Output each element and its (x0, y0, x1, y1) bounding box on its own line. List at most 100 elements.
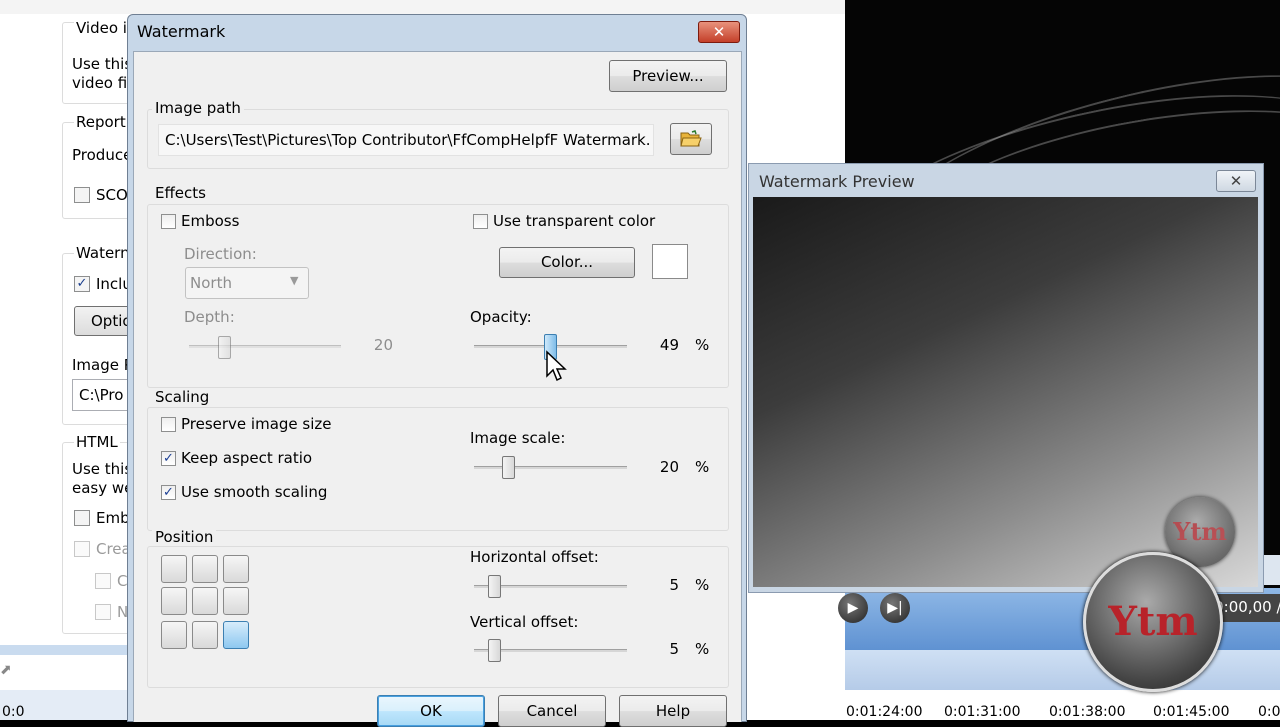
opacity-unit: % (695, 336, 710, 354)
keep-aspect-label: Keep aspect ratio (181, 449, 313, 467)
html-text-1: Use this (72, 460, 133, 478)
left-tick-label: 0:0 (2, 704, 25, 720)
timeline-tick: 0:01:31:00 (944, 704, 1021, 720)
color-swatch[interactable] (652, 244, 688, 279)
image-scale-value: 20 (659, 458, 679, 476)
timeline-tick: 0:01:38:00 (1049, 704, 1126, 720)
emboss-label: Emboss (181, 212, 240, 230)
position-top-left[interactable] (161, 555, 187, 583)
sub-checkbox-1-label: C (117, 572, 128, 590)
sub-checkbox-2[interactable] (95, 604, 111, 620)
vertical-offset-unit: % (695, 640, 710, 658)
smooth-scaling-checkbox[interactable]: ✓ (161, 485, 176, 500)
depth-slider-thumb[interactable] (218, 336, 231, 359)
dialog-title: Watermark (137, 22, 226, 41)
horizontal-offset-slider-thumb[interactable] (488, 575, 501, 598)
effects-group-label: Effects (152, 184, 209, 202)
preserve-size-label: Preserve image size (181, 415, 332, 433)
browse-button[interactable] (670, 123, 712, 155)
scaling-group-label: Scaling (152, 388, 213, 406)
preview-close-button[interactable]: ✕ (1216, 170, 1256, 192)
embed-checkbox-label: Emb (96, 509, 130, 527)
check-icon: ✓ (76, 276, 88, 291)
depth-label: Depth: (184, 308, 235, 326)
emboss-checkbox[interactable] (161, 214, 176, 229)
horizontal-offset-unit: % (695, 576, 710, 594)
timeline-band (845, 650, 1280, 690)
watermark-dialog: Watermark ✕ Preview... Image path C:\Use… (127, 14, 747, 727)
background-window-top (0, 0, 845, 14)
dialog-close-button[interactable]: ✕ (698, 21, 740, 43)
chevron-down-icon: ▼ (290, 274, 299, 287)
next-frame-button[interactable]: ▶| (880, 593, 910, 623)
play-button[interactable]: ▶ (838, 593, 868, 623)
arrow-icon: ⬈ (0, 662, 12, 678)
embed-checkbox[interactable] (74, 510, 90, 526)
folder-open-icon (680, 130, 702, 147)
help-button[interactable]: Help (619, 695, 727, 727)
image-path-group-label: Image path (152, 99, 244, 117)
opacity-label: Opacity: (470, 308, 532, 326)
mouse-cursor-icon (546, 350, 567, 382)
image-scale-slider-track (474, 466, 627, 469)
check-icon: ✓ (163, 485, 174, 500)
depth-slider-track (189, 345, 341, 348)
position-bottom-left[interactable] (161, 621, 187, 649)
position-center[interactable] (192, 587, 218, 615)
position-middle-right[interactable] (223, 587, 249, 615)
close-icon: ✕ (712, 23, 726, 41)
direction-label: Direction: (184, 245, 257, 263)
preview-window-title: Watermark Preview (759, 172, 915, 191)
create-checkbox[interactable] (74, 541, 90, 557)
scrollbar-fragment[interactable] (1263, 555, 1280, 585)
background-scroll-strip (0, 645, 130, 655)
position-bottom-center[interactable] (192, 621, 218, 649)
watermark-preview-window: Watermark Preview ✕ Ytm (748, 163, 1264, 593)
transparent-color-checkbox[interactable] (473, 214, 488, 229)
watermark-group-label: Watern (74, 244, 132, 262)
scorm-checkbox[interactable] (74, 187, 90, 203)
position-bottom-right[interactable] (223, 621, 249, 649)
scorm-checkbox-label: SCO (96, 186, 128, 204)
vertical-offset-slider-thumb[interactable] (488, 639, 501, 662)
video-text-1: Use this (72, 55, 133, 73)
keep-aspect-checkbox[interactable]: ✓ (161, 451, 176, 466)
cancel-button[interactable]: Cancel (498, 695, 606, 727)
report-group-label: Reporti (74, 113, 132, 131)
report-text: Produce (72, 146, 133, 164)
transparent-color-label: Use transparent color (493, 212, 656, 230)
color-button[interactable]: Color... (499, 247, 635, 278)
position-group-label: Position (152, 528, 217, 546)
video-text-2: video fil (72, 74, 132, 92)
play-icon: ▶ (847, 600, 859, 616)
position-top-center[interactable] (192, 555, 218, 583)
image-scale-unit: % (695, 458, 710, 476)
preview-button[interactable]: Preview... (609, 60, 727, 92)
opacity-value: 49 (659, 336, 679, 354)
timeline-tick: 0:01:45:00 (1153, 704, 1230, 720)
direction-value: North (190, 274, 232, 292)
direction-select[interactable]: North ▼ (185, 267, 309, 299)
timeline-tick: 0:01:24:00 (846, 704, 923, 720)
video-group-label: Video i (74, 19, 129, 37)
vertical-offset-label: Vertical offset: (470, 613, 579, 631)
check-icon: ✓ (163, 451, 174, 466)
html-text-2: easy we (72, 479, 134, 497)
horizontal-offset-label: Horizontal offset: (470, 548, 599, 566)
vertical-offset-value: 5 (669, 640, 679, 658)
preserve-size-checkbox[interactable] (161, 417, 176, 432)
position-middle-left[interactable] (161, 587, 187, 615)
preview-canvas: Ytm (753, 197, 1258, 587)
image-path-field[interactable]: C:\Users\Test\Pictures\Top Contributor\F… (158, 124, 654, 156)
channel-logo-overlay: Ytm (1083, 552, 1223, 692)
close-icon: ✕ (1229, 172, 1243, 190)
image-scale-slider-thumb[interactable] (502, 456, 515, 479)
html-group-label: HTML (74, 433, 120, 451)
ok-button[interactable]: OK (377, 695, 485, 727)
horizontal-offset-value: 5 (669, 576, 679, 594)
sub-checkbox-1[interactable] (95, 573, 111, 589)
image-scale-label: Image scale: (470, 429, 566, 447)
depth-value: 20 (373, 336, 393, 354)
include-checkbox[interactable]: ✓ (74, 276, 90, 292)
position-top-right[interactable] (223, 555, 249, 583)
